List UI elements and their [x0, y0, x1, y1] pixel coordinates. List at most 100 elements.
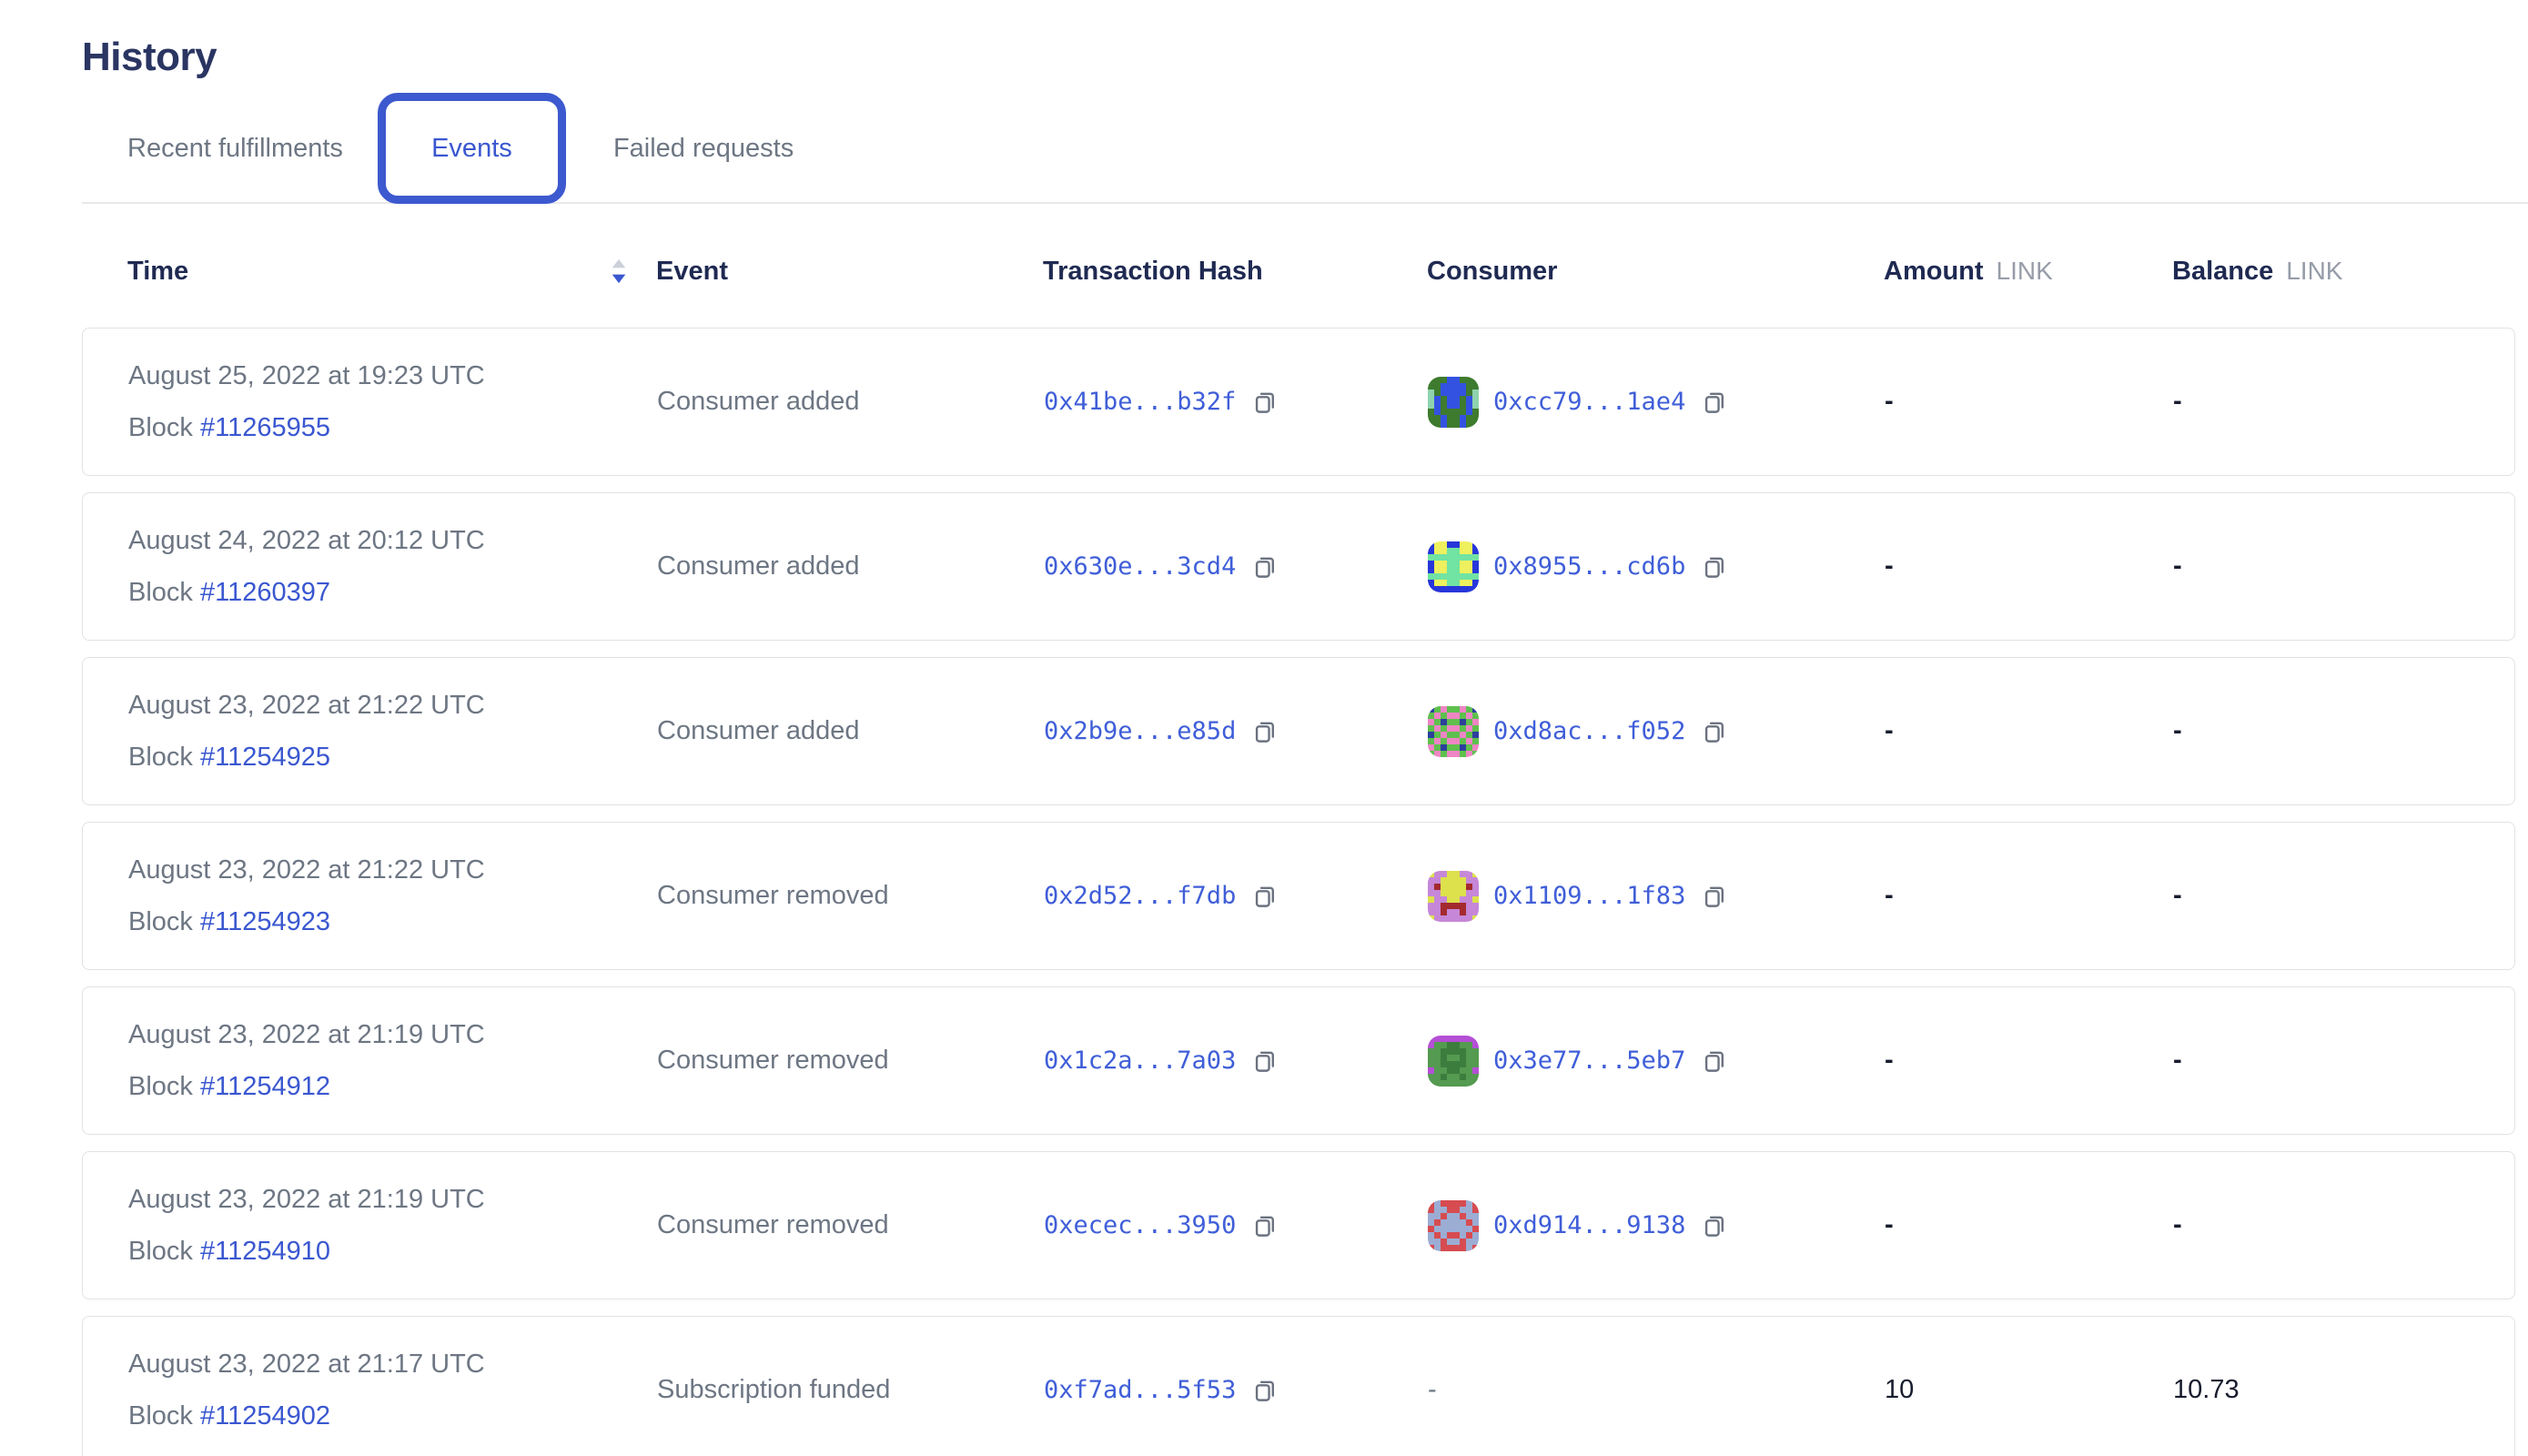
- amount-cell: 10: [1885, 1375, 2173, 1405]
- time-cell: August 24, 2022 at 20:12 UTC Block #1126…: [128, 515, 657, 619]
- transaction-hash-link[interactable]: 0xecec...3950: [1044, 1211, 1236, 1239]
- row-date: August 23, 2022 at 21:22 UTC: [128, 844, 657, 896]
- copy-icon[interactable]: [1700, 881, 1731, 912]
- copy-icon[interactable]: [1700, 387, 1731, 418]
- consumer-avatar: [1428, 377, 1479, 428]
- block-label: Block: [128, 1237, 193, 1266]
- event-cell: Consumer removed: [657, 881, 1044, 911]
- copy-icon[interactable]: [1250, 1210, 1281, 1241]
- amount-unit-label: LINK: [1997, 257, 2053, 286]
- column-header-balance: Balance LINK: [2172, 257, 2515, 287]
- time-cell: August 23, 2022 at 21:19 UTC Block #1125…: [128, 1009, 657, 1113]
- tab-events[interactable]: Events: [378, 93, 566, 204]
- balance-cell: -: [2173, 551, 2514, 581]
- table-row: August 25, 2022 at 19:23 UTC Block #1126…: [82, 328, 2515, 476]
- row-date: August 23, 2022 at 21:17 UTC: [128, 1339, 657, 1390]
- row-date: August 25, 2022 at 19:23 UTC: [128, 350, 657, 402]
- event-cell: Subscription funded: [657, 1375, 1044, 1405]
- consumer-empty-value: -: [1428, 1375, 1437, 1405]
- copy-icon[interactable]: [1700, 1046, 1731, 1077]
- consumer-cell: 0xcc79...1ae4: [1428, 377, 1885, 428]
- block-label: Block: [128, 1401, 193, 1431]
- copy-icon[interactable]: [1700, 551, 1731, 582]
- transaction-hash-link[interactable]: 0x1c2a...7a03: [1044, 1046, 1236, 1075]
- event-cell: Consumer removed: [657, 1046, 1044, 1076]
- tab-recent-fulfillments[interactable]: Recent fulfillments: [127, 134, 343, 164]
- block-number-link[interactable]: #11254910: [200, 1237, 330, 1266]
- column-header-consumer: Consumer: [1427, 257, 1884, 287]
- copy-icon[interactable]: [1250, 881, 1281, 912]
- events-table-body: August 25, 2022 at 19:23 UTC Block #1126…: [82, 328, 2515, 1456]
- amount-cell: -: [1885, 1210, 2173, 1240]
- history-tabs: Recent fulfillments Events Failed reques…: [82, 93, 2528, 204]
- consumer-avatar: [1428, 1200, 1479, 1251]
- block-number-link[interactable]: #11260397: [200, 578, 330, 607]
- balance-header-label: Balance: [2172, 257, 2273, 287]
- sort-descending-icon[interactable]: [609, 257, 629, 286]
- transaction-hash-cell: 0xf7ad...5f53: [1044, 1375, 1428, 1406]
- transaction-hash-cell: 0x1c2a...7a03: [1044, 1046, 1428, 1077]
- consumer-avatar: [1428, 541, 1479, 592]
- copy-icon[interactable]: [1250, 716, 1281, 747]
- transaction-hash-cell: 0x2b9e...e85d: [1044, 716, 1428, 747]
- consumer-address-link[interactable]: 0x8955...cd6b: [1493, 552, 1685, 581]
- consumer-address-link[interactable]: 0xd914...9138: [1493, 1211, 1685, 1239]
- consumer-address-link[interactable]: 0x1109...1f83: [1493, 882, 1685, 910]
- table-row: August 23, 2022 at 21:17 UTC Block #1125…: [82, 1316, 2515, 1456]
- consumer-avatar: [1428, 871, 1479, 922]
- row-date: August 23, 2022 at 21:19 UTC: [128, 1009, 657, 1061]
- copy-icon[interactable]: [1700, 716, 1731, 747]
- consumer-address-link[interactable]: 0xcc79...1ae4: [1493, 388, 1685, 416]
- table-header: Time Event Transaction Hash Consumer Amo…: [127, 244, 2515, 298]
- column-header-event: Event: [656, 257, 1043, 287]
- row-date: August 24, 2022 at 20:12 UTC: [128, 515, 657, 567]
- transaction-hash-link[interactable]: 0xf7ad...5f53: [1044, 1376, 1236, 1404]
- amount-cell: -: [1885, 387, 2173, 417]
- time-cell: August 23, 2022 at 21:22 UTC Block #1125…: [128, 680, 657, 784]
- copy-icon[interactable]: [1250, 387, 1281, 418]
- time-cell: August 23, 2022 at 21:19 UTC Block #1125…: [128, 1174, 657, 1278]
- block-number-link[interactable]: #11265955: [200, 413, 330, 442]
- block-number-link[interactable]: #11254912: [200, 1072, 330, 1101]
- copy-icon[interactable]: [1250, 1046, 1281, 1077]
- block-label: Block: [128, 413, 193, 442]
- balance-cell: -: [2173, 1210, 2514, 1240]
- consumer-address-link[interactable]: 0xd8ac...f052: [1493, 717, 1685, 745]
- transaction-hash-cell: 0x2d52...f7db: [1044, 881, 1428, 912]
- transaction-hash-cell: 0xecec...3950: [1044, 1210, 1428, 1241]
- copy-icon[interactable]: [1250, 1375, 1281, 1406]
- time-cell: August 23, 2022 at 21:17 UTC Block #1125…: [128, 1339, 657, 1442]
- balance-cell: 10.73: [2173, 1375, 2514, 1405]
- consumer-avatar: [1428, 1036, 1479, 1087]
- transaction-hash-link[interactable]: 0x630e...3cd4: [1044, 552, 1236, 581]
- table-row: August 23, 2022 at 21:19 UTC Block #1125…: [82, 986, 2515, 1135]
- copy-icon[interactable]: [1250, 551, 1281, 582]
- balance-cell: -: [2173, 716, 2514, 746]
- consumer-cell: - -: [1428, 1375, 1885, 1405]
- consumer-address-link[interactable]: 0x3e77...5eb7: [1493, 1046, 1685, 1075]
- table-row: August 24, 2022 at 20:12 UTC Block #1126…: [82, 492, 2515, 641]
- balance-unit-label: LINK: [2286, 257, 2342, 286]
- time-cell: August 25, 2022 at 19:23 UTC Block #1126…: [128, 350, 657, 454]
- consumer-cell: 0xd914...9138: [1428, 1200, 1885, 1251]
- row-date: August 23, 2022 at 21:22 UTC: [128, 680, 657, 732]
- block-number-link[interactable]: #11254923: [200, 907, 330, 936]
- transaction-hash-link[interactable]: 0x2b9e...e85d: [1044, 717, 1236, 745]
- event-cell: Consumer added: [657, 387, 1044, 417]
- column-header-time: Time: [127, 257, 656, 287]
- column-header-amount: Amount LINK: [1884, 257, 2172, 287]
- transaction-hash-link[interactable]: 0x2d52...f7db: [1044, 882, 1236, 910]
- column-header-transaction-hash: Transaction Hash: [1043, 257, 1427, 287]
- block-label: Block: [128, 578, 193, 607]
- tab-failed-requests[interactable]: Failed requests: [613, 134, 794, 164]
- amount-cell: -: [1885, 881, 2173, 911]
- block-number-link[interactable]: #11254902: [200, 1401, 330, 1431]
- amount-cell: -: [1885, 716, 2173, 746]
- copy-icon[interactable]: [1700, 1210, 1731, 1241]
- block-number-link[interactable]: #11254925: [200, 743, 330, 772]
- row-date: August 23, 2022 at 21:19 UTC: [128, 1174, 657, 1226]
- time-cell: August 23, 2022 at 21:22 UTC Block #1125…: [128, 844, 657, 948]
- amount-cell: -: [1885, 1046, 2173, 1076]
- transaction-hash-link[interactable]: 0x41be...b32f: [1044, 388, 1236, 416]
- consumer-cell: 0xd8ac...f052: [1428, 706, 1885, 757]
